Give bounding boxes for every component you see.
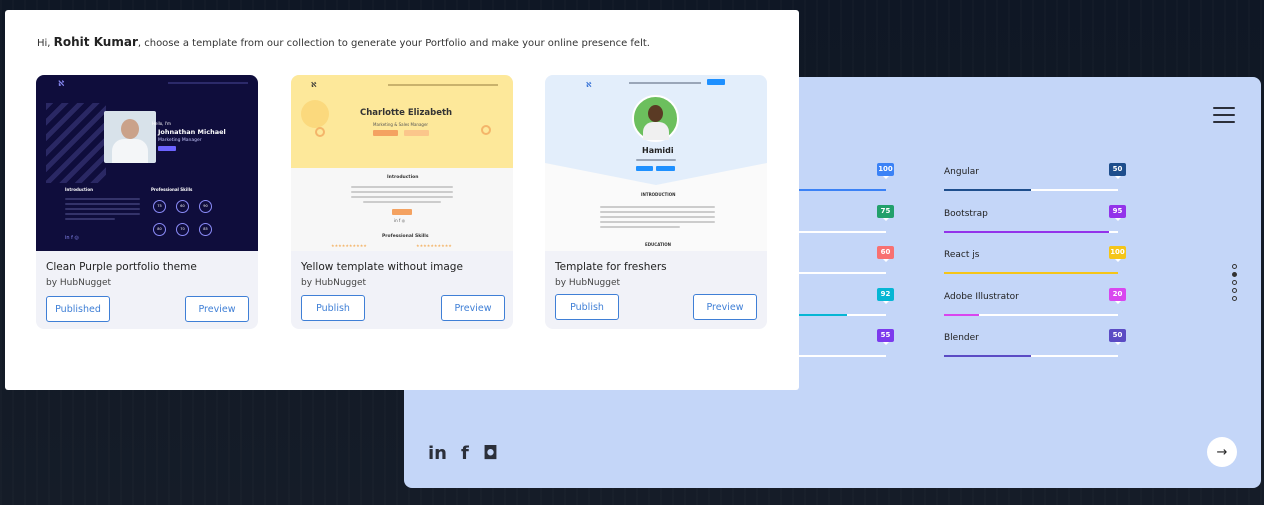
profile-photo (104, 111, 156, 163)
skill-name: Bootstrap (944, 209, 988, 219)
instagram-icon[interactable]: ◘ (483, 443, 498, 464)
thumb-name: Charlotte Elizabeth (360, 108, 453, 118)
skill-bar: Angular 50 (944, 163, 1126, 196)
template-title: Clean Purple portfolio theme (46, 261, 197, 273)
hamburger-menu-icon[interactable] (1213, 107, 1235, 123)
skill-ring: 75 (153, 200, 166, 213)
skill-fill (944, 355, 1031, 357)
skill-ring: 90 (199, 200, 212, 213)
pagination-dot[interactable] (1232, 288, 1237, 293)
template-author: by HubNugget (46, 278, 112, 288)
publish-button[interactable]: Publish (555, 294, 619, 320)
skill-fill (944, 231, 1109, 233)
skill-value-badge: 60 (877, 246, 894, 262)
template-picker-modal: Hi, Rohit Kumar, choose a template from … (5, 10, 799, 390)
next-arrow-button[interactable]: → (1207, 437, 1237, 467)
skill-value-badge: 95 (1109, 205, 1126, 221)
skill-fill (944, 314, 979, 316)
skill-value-badge: 50 (1109, 163, 1126, 179)
skill-value-badge: 50 (1109, 329, 1126, 345)
skill-ring: 80 (153, 223, 166, 236)
template-card-purple[interactable]: ℵ Hello, I'm Johnathan Michael Marketing… (36, 75, 258, 329)
pagination-dot-active[interactable] (1232, 272, 1237, 277)
skill-ring: 60 (176, 200, 189, 213)
skill-ring: 70 (176, 223, 189, 236)
skill-name: Adobe Illustrator (944, 292, 1019, 302)
template-card-freshers[interactable]: ℵ Hamidi INTRODUCTION EDUCATION Template… (545, 75, 767, 329)
logo-icon: ℵ (311, 81, 317, 89)
thumb-name: Johnathan Michael (158, 128, 226, 136)
thumb-name: Hamidi (642, 146, 674, 155)
skill-fill (944, 272, 1118, 274)
skill-bar: Bootstrap 95 (944, 205, 1126, 238)
skill-value-badge: 75 (877, 205, 894, 221)
logo-icon: ℵ (586, 81, 592, 89)
profile-photo (632, 95, 679, 142)
facebook-icon[interactable]: f (461, 443, 469, 464)
skill-name: Angular (944, 167, 979, 177)
template-card-yellow[interactable]: ℵ Charlotte Elizabeth Marketing & Sales … (291, 75, 513, 329)
social-links: in f ◘ (428, 443, 498, 464)
template-thumbnail-purple[interactable]: ℵ Hello, I'm Johnathan Michael Marketing… (36, 75, 258, 251)
skill-bar: Adobe Illustrator 20 (944, 288, 1126, 321)
template-thumbnail-yellow[interactable]: ℵ Charlotte Elizabeth Marketing & Sales … (291, 75, 513, 251)
published-button[interactable]: Published (46, 296, 110, 322)
preview-button[interactable]: Preview (441, 295, 505, 321)
publish-button[interactable]: Publish (301, 295, 365, 321)
skill-value-badge: 92 (877, 288, 894, 304)
user-name: Rohit Kumar (53, 35, 138, 49)
greeting-text: Hi, Rohit Kumar, choose a template from … (37, 35, 650, 49)
template-title: Template for freshers (555, 261, 667, 273)
template-title: Yellow template without image (301, 261, 463, 273)
skill-fill (944, 189, 1031, 191)
skill-value-badge: 55 (877, 329, 894, 345)
linkedin-icon[interactable]: in (428, 443, 447, 464)
template-author: by HubNugget (555, 278, 621, 288)
logo-icon: ℵ (58, 79, 65, 88)
skill-value-badge: 100 (1109, 246, 1126, 262)
pagination-dot[interactable] (1232, 296, 1237, 301)
skill-bar: Blender 50 (944, 329, 1126, 362)
skill-name: React js (944, 250, 980, 260)
skill-ring: 85 (199, 223, 212, 236)
skill-bar: React js 100 (944, 246, 1126, 279)
template-author: by HubNugget (301, 278, 367, 288)
skill-value-badge: 20 (1109, 288, 1126, 304)
skill-name: Blender (944, 333, 979, 343)
preview-button[interactable]: Preview (185, 296, 249, 322)
skill-value-badge: 100 (877, 163, 894, 179)
template-thumbnail-freshers[interactable]: ℵ Hamidi INTRODUCTION EDUCATION (545, 75, 767, 251)
preview-button[interactable]: Preview (693, 294, 757, 320)
pagination-dot[interactable] (1232, 280, 1237, 285)
section-pagination-dots[interactable] (1232, 264, 1237, 301)
pagination-dot[interactable] (1232, 264, 1237, 269)
